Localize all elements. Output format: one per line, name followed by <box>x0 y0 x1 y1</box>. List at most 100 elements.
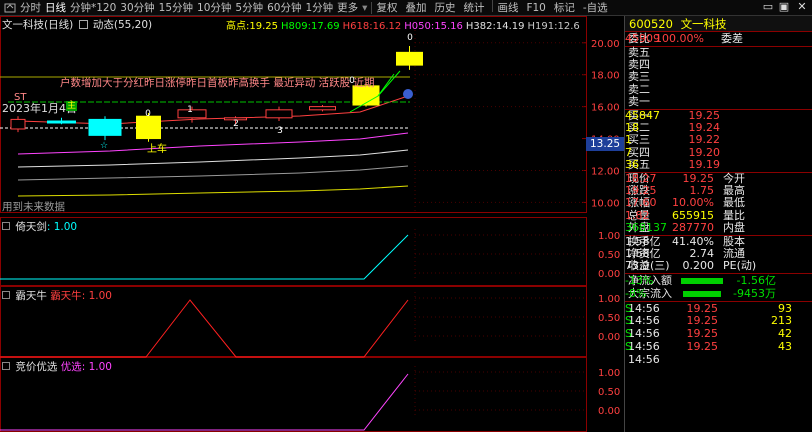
ask-row: 卖五 <box>625 46 812 59</box>
legend-label-2: H618: <box>342 21 373 32</box>
bid-price: 19.22 <box>688 133 721 147</box>
legend-label-0: 高点: <box>226 21 250 32</box>
sub1-y-tick: 0.00 <box>598 269 620 280</box>
period-tab-6[interactable]: 5分钟 <box>233 0 265 15</box>
tick-row: 14:56 19.25 213 S <box>625 314 812 327</box>
candle-body-1[interactable] <box>47 120 76 124</box>
tick-time: 14:56 <box>628 326 660 340</box>
tick-price: 19.25 <box>686 313 719 327</box>
candle-body-0[interactable] <box>10 118 26 130</box>
candle-body-2[interactable] <box>88 118 122 136</box>
period-tab-3[interactable]: 30分钟 <box>118 0 156 15</box>
candle-body-7[interactable] <box>309 106 336 111</box>
quote-row: 现价 19.25 今开 18.27 <box>625 171 812 185</box>
nav-arrow-icon[interactable] <box>4 3 16 13</box>
sub3-y-tick: 1.00 <box>598 368 620 379</box>
tick-row: 14:56 19.25 43 S <box>625 340 812 353</box>
tick-price: 19.25 <box>686 339 719 353</box>
quote-body: 委比 100.00% 委差 45909 卖五 卖四 卖三 卖二 卖一 买一 19.25 45847 买二… <box>625 32 812 366</box>
tick-time: 14:56 <box>628 339 660 353</box>
bid-row: 买五 19.19 36 <box>625 159 812 172</box>
tick-row: 14:56 19.25 93 S <box>625 300 812 315</box>
y-tick-label: 10.00 <box>591 198 620 209</box>
main-chart-header: 文一科技(日线) 动态(55,20) <box>2 17 152 32</box>
bid-volume: 1 <box>625 133 632 147</box>
finance-value: 0.200 <box>682 259 715 273</box>
tool-button-5[interactable]: F10 <box>524 0 547 15</box>
current-price-tag: 13.25 <box>586 137 625 151</box>
sub3-value: : 1.00 <box>81 361 112 373</box>
period-toolbar: 分时 日线 分钟*120 30分钟 15分钟 10分钟 5分钟 60分钟 1分钟 更多 ▾ 复权叠… <box>0 0 812 16</box>
bid-volume: 36 <box>625 158 639 172</box>
stock-name: 文一科技 <box>680 17 727 31</box>
sub2-name[interactable]: 霸天牛 <box>15 290 47 302</box>
quote-label: 内盘 <box>723 221 745 235</box>
flow-pct: -13% <box>625 273 654 287</box>
sub3-line <box>0 373 409 431</box>
toolbar-divider <box>492 0 494 12</box>
sub2-lock-icon <box>2 291 10 299</box>
legend-label-3: H050: <box>404 21 435 32</box>
flow-bar <box>683 290 721 297</box>
diff-label: 委差 <box>721 32 743 45</box>
period-tab-7[interactable]: 60分钟 <box>265 0 303 15</box>
tool-button-3[interactable]: 统计 <box>461 0 486 15</box>
sub1-name[interactable]: 倚天剑 <box>15 221 47 233</box>
tool-button-6[interactable]: 标记 <box>552 0 577 15</box>
candle-number: 0 <box>407 33 413 43</box>
flow-pct: -8% <box>625 286 647 300</box>
tool-button-1[interactable]: 叠加 <box>403 0 428 15</box>
candle-number: 3 <box>277 126 283 136</box>
quote-row: 外盘 287770 内盘 368137 <box>625 222 812 235</box>
period-tab-9[interactable]: 更多 <box>335 0 360 15</box>
period-tab-0[interactable]: 分时 <box>18 0 43 15</box>
close-icon[interactable]: ✕ <box>796 1 808 13</box>
candle-number: 0 <box>145 109 151 119</box>
tool-button-2[interactable]: 历史 <box>432 0 457 15</box>
tool-button-0[interactable]: 复权 <box>374 0 399 15</box>
period-tab-4[interactable]: 15分钟 <box>157 0 195 15</box>
y-tick-label: 12.00 <box>591 166 620 177</box>
quote-panel: 600520 文一科技 委比 100.00% 委差 45909 卖五 卖四 卖三 卖二 卖一 买一… <box>624 16 812 432</box>
legend-value-2: 16.12 <box>372 21 402 32</box>
candle-body-9[interactable] <box>396 51 423 66</box>
trend-arrow <box>377 70 401 97</box>
st-badge: ST <box>14 92 27 103</box>
indicator-band-4 <box>17 185 409 197</box>
candle-body-3[interactable] <box>136 115 161 140</box>
ask-label: 卖三 <box>628 70 650 84</box>
indicator-name[interactable]: 动态(55,20) <box>93 19 152 31</box>
finance-row: 换手 41.40% 股本 1.58亿 <box>625 234 812 248</box>
bid-row: 买一 19.25 45847 <box>625 108 812 122</box>
buy-signal-label: 上车 <box>147 144 167 155</box>
period-tab-8[interactable]: 1分钟 <box>303 0 335 15</box>
restore-icon[interactable]: ▣ <box>778 1 790 13</box>
minimize-icon[interactable]: ▭ <box>762 1 774 13</box>
sub1-line <box>0 234 409 280</box>
indicator-band-3 <box>17 165 409 181</box>
order-ratio-row: 委比 100.00% 委差 45909 <box>625 32 812 46</box>
tool-button-4[interactable]: 画线 <box>495 0 520 15</box>
sub3-name[interactable]: 竞价优选 <box>15 361 57 373</box>
period-tab-1[interactable]: 日线 <box>43 0 68 15</box>
legend-value-5: 12.6 <box>557 21 580 32</box>
period-tab-5[interactable]: 10分钟 <box>195 0 233 15</box>
star-icon: ☆ <box>100 141 108 151</box>
more-dropdown-icon[interactable]: ▾ <box>360 0 369 15</box>
bid-price: 19.19 <box>688 158 721 172</box>
legend-value-0: 19.25 <box>249 21 279 32</box>
indicator-lock-icon <box>78 20 88 29</box>
quote-value: 368137 <box>625 221 667 235</box>
bid-row: 买三 19.22 1 <box>625 134 812 147</box>
legend-label-5: H191: <box>527 21 558 32</box>
tool-button-7[interactable]: -自选 <box>581 0 610 15</box>
y-tick-label: 20.00 <box>591 39 620 50</box>
ask-row: 卖一 <box>625 96 812 109</box>
finance-value: 73.9 <box>625 259 650 273</box>
candle-body-6[interactable] <box>265 109 293 119</box>
period-tab-2[interactable]: 分钟*120 <box>68 0 118 15</box>
sub1-y-tick: 1.00 <box>598 231 620 242</box>
quote-value: 287770 <box>672 221 714 235</box>
kline-chart-area[interactable]: 20.0018.0016.0014.0012.0010.00012300☆1.0… <box>0 16 625 432</box>
quote-value: 10.00% <box>672 196 714 210</box>
